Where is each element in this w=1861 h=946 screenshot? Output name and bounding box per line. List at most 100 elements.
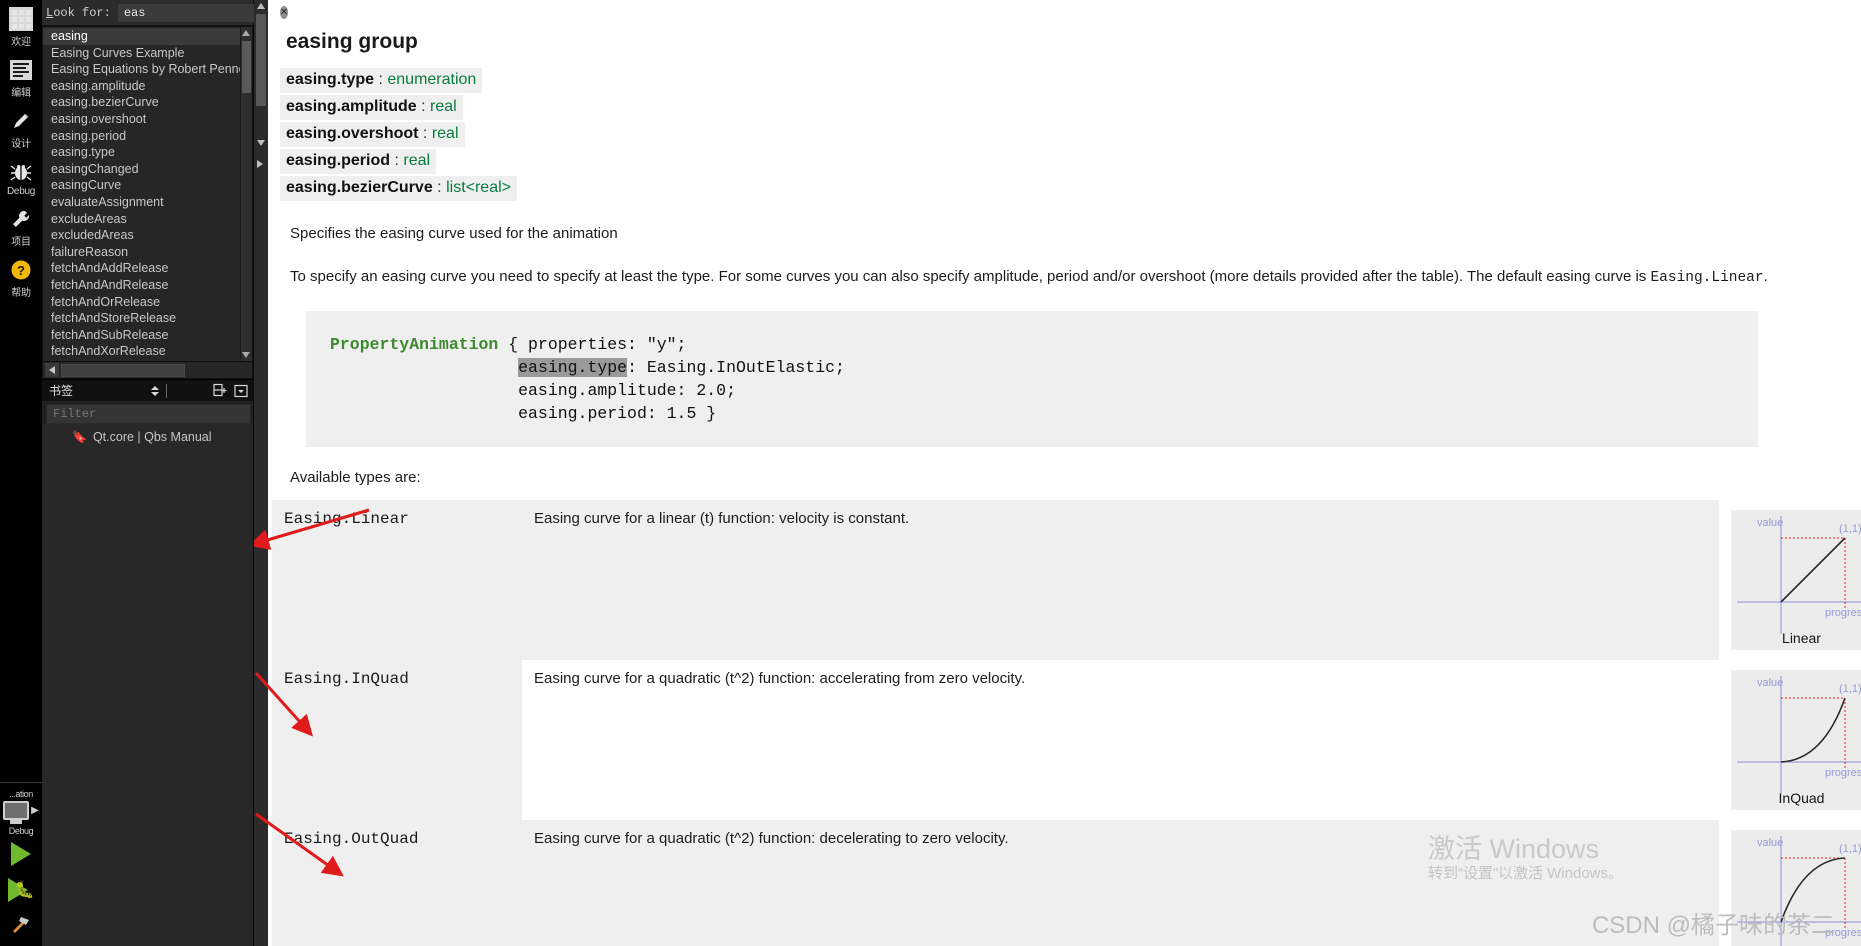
property-row[interactable]: easing.amplitude : real — [280, 95, 463, 120]
search-results-list[interactable]: easing Easing Curves Example Easing Equa… — [43, 27, 240, 361]
run-configuration-label: ...ation — [9, 789, 33, 799]
build-button[interactable] — [0, 908, 42, 940]
mode-item-help-label: 帮助 — [11, 288, 31, 299]
mode-item-edit-label: 编辑 — [11, 88, 31, 99]
table-row: Easing.InQuad Easing curve for a quadrat… — [272, 660, 1861, 821]
results-vertical-scrollbar[interactable] — [239, 27, 252, 361]
type-description-cell: Easing curve for a linear (t) function: … — [522, 500, 1719, 661]
list-item[interactable]: Easing Curves Example — [43, 45, 240, 62]
property-row[interactable]: easing.overshoot : real — [280, 122, 465, 147]
type-thumbnail-cell: value progress (1,1) OutQuad — [1719, 820, 1861, 946]
list-item[interactable]: evaluateAssignment — [43, 194, 240, 211]
mode-item-welcome-label: 欢迎 — [11, 37, 31, 48]
list-item[interactable]: fetchAndAndRelease — [43, 277, 240, 294]
scrollbar-thumb[interactable] — [241, 41, 251, 93]
property-row[interactable]: easing.bezierCurve : list<real> — [280, 176, 517, 201]
list-item[interactable]: failureReason — [43, 244, 240, 261]
property-type[interactable]: enumeration — [387, 71, 476, 88]
list-item[interactable]: easing.period — [43, 128, 240, 145]
property-row[interactable]: easing.type : enumeration — [280, 68, 483, 93]
results-horizontal-scrollbar[interactable] — [42, 362, 253, 379]
axis-y-label: value — [1757, 837, 1783, 849]
list-item[interactable]: easingCurve — [43, 177, 240, 194]
bookmarks-view-selector[interactable]: 书签 — [45, 380, 163, 401]
axis-y-label: value — [1757, 517, 1783, 529]
code-highlight: easing.type — [518, 358, 628, 378]
list-item[interactable]: easing.bezierCurve — [43, 94, 240, 111]
doc-paragraph-2-text: To specify an easing curve you need to s… — [290, 267, 1651, 285]
bookmarks-list[interactable]: 🔖 Qt.core | Qbs Manual — [42, 424, 253, 946]
bookmark-icon: 🔖 — [72, 430, 87, 444]
add-bookmark-icon[interactable] — [211, 382, 229, 400]
run-button[interactable] — [0, 836, 42, 872]
table-row: Easing.OutQuad Easing curve for a quadra… — [272, 820, 1861, 946]
list-item[interactable]: easing.overshoot — [43, 111, 240, 128]
dock-menu-icon[interactable] — [232, 382, 250, 400]
point-label: (1,1) — [1839, 683, 1861, 695]
type-name-cell: Easing.OutQuad — [284, 830, 419, 849]
curve-plot: value progress (1,1) — [1737, 836, 1861, 946]
list-item[interactable]: excludedAreas — [43, 227, 240, 244]
clear-circle-icon[interactable]: ✕ — [279, 6, 289, 19]
scroll-down-icon[interactable] — [242, 352, 251, 358]
mode-item-projects[interactable]: 项目 — [0, 200, 42, 251]
mode-item-edit[interactable]: 编辑 — [0, 51, 42, 102]
list-item[interactable]: Easing Equations by Robert Penner — [43, 61, 240, 78]
property-name: easing.type — [286, 71, 375, 88]
list-item[interactable]: easing.type — [43, 144, 240, 161]
chevron-updown-icon — [151, 385, 159, 396]
list-item[interactable]: fetchAndSubRelease — [43, 327, 240, 344]
property-type[interactable]: real — [430, 98, 457, 115]
mode-item-projects-label: 项目 — [11, 237, 31, 248]
mode-item-debug[interactable]: Debug — [0, 153, 42, 200]
code-line-2-indent — [330, 358, 518, 377]
rail-bottom: ...ation ▶ Debug 🐛 — [0, 778, 42, 946]
scroll-up-icon[interactable] — [242, 30, 251, 36]
scrollbar-thumb[interactable] — [256, 14, 266, 106]
mode-rail: 欢迎 编辑 设计 Debug 项目 ? 帮助 ...ation ▶ Debug … — [0, 0, 42, 946]
scroll-up-icon[interactable] — [257, 3, 265, 9]
code-line-4: easing.period: 1.5 } — [330, 404, 717, 424]
dock-divider — [166, 383, 167, 398]
axis-y-label: value — [1757, 677, 1783, 689]
property-type[interactable]: real — [403, 152, 430, 169]
easing-types-table: Easing.Linear Easing curve for a linear … — [272, 500, 1861, 946]
scroll-down-icon[interactable] — [257, 140, 265, 146]
point-label: (1,1) — [1839, 843, 1861, 855]
type-name-cell: Easing.InQuad — [284, 670, 409, 689]
list-item[interactable]: fetchAndXorRelease — [43, 343, 240, 360]
mode-item-help[interactable]: ? 帮助 — [0, 251, 42, 302]
mode-item-welcome[interactable]: 欢迎 — [0, 0, 42, 51]
scroll-left-icon[interactable] — [45, 363, 59, 377]
list-item[interactable]: fetchAndStoreRelease — [43, 310, 240, 327]
property-separator: : — [416, 98, 431, 115]
bookmarks-filter-input[interactable] — [46, 404, 251, 424]
property-type[interactable]: real — [432, 125, 459, 142]
property-type[interactable]: list<real> — [446, 179, 511, 196]
doc-left-scrollbar[interactable] — [254, 0, 268, 946]
curve-plot: value progress (1,1) — [1737, 516, 1861, 635]
expand-right-icon[interactable] — [257, 160, 263, 168]
code-type: PropertyAnimation — [330, 335, 499, 355]
bookmarks-dock-header: 书签 — [42, 379, 253, 401]
kit-selector[interactable]: ▶ — [0, 799, 42, 822]
list-item[interactable]: 🔖 Qt.core | Qbs Manual — [42, 428, 253, 446]
list-item[interactable]: easingChanged — [43, 161, 240, 178]
property-separator: : — [390, 152, 404, 169]
property-row[interactable]: easing.period : real — [280, 149, 437, 174]
list-item[interactable]: fetchAndAddRelease — [43, 260, 240, 277]
property-separator: : — [432, 179, 447, 196]
list-item[interactable]: fetchAndOrRelease — [43, 294, 240, 311]
debug-button[interactable]: 🐛 — [0, 872, 42, 908]
h-scrollbar-thumb[interactable] — [61, 363, 185, 377]
mode-item-design[interactable]: 设计 — [0, 102, 42, 153]
list-item[interactable]: excludeAreas — [43, 211, 240, 228]
list-item[interactable]: easing — [43, 28, 240, 45]
wrench-icon — [9, 207, 33, 231]
code-line-2: : Easing.InOutElastic; — [627, 358, 845, 378]
list-item[interactable]: first.decrease — [43, 360, 240, 362]
lines-icon — [9, 58, 33, 82]
property-separator: : — [418, 125, 432, 142]
list-item[interactable]: easing.amplitude — [43, 78, 240, 95]
point-label: (1,1) — [1839, 523, 1861, 535]
